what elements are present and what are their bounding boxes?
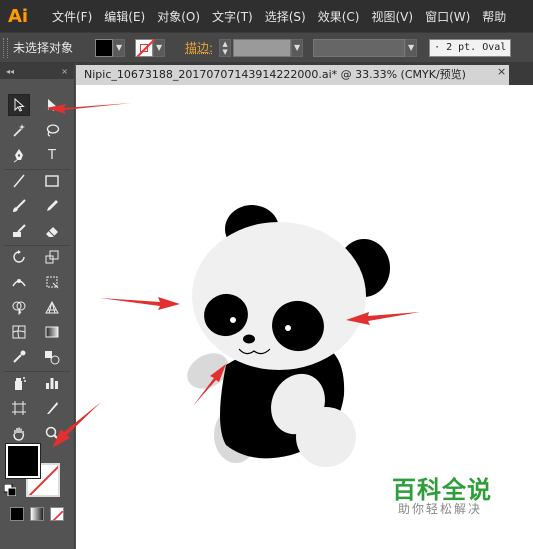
fill-dropdown-icon[interactable]: ▼ <box>113 38 126 57</box>
document-tab-title: Nipic_10673188_20170707143914222000.ai* … <box>84 68 466 81</box>
color-mode-button[interactable] <box>10 507 24 521</box>
watermark-subtitle: 助你轻松解决 <box>398 502 483 516</box>
panda-nose <box>243 334 255 344</box>
profile-dropdown-icon[interactable]: ▼ <box>405 38 418 57</box>
selection-status: 未选择对象 <box>13 41 74 55</box>
stroke-weight-field[interactable] <box>233 38 292 57</box>
panda-left-eye <box>230 317 236 323</box>
magic-wand-tool-icon[interactable] <box>8 119 30 141</box>
panda-right-eye <box>285 325 291 331</box>
artboard-tool-icon[interactable] <box>8 397 30 419</box>
panda-right-foot <box>296 407 356 467</box>
close-icon[interactable]: × <box>61 67 68 76</box>
type-tool-icon[interactable]: T <box>41 144 63 166</box>
direct-selection-tool-icon[interactable] <box>41 94 63 116</box>
scale-tool-icon[interactable] <box>41 246 63 268</box>
blend-tool-icon[interactable] <box>41 346 63 368</box>
menu-help[interactable]: 帮助 <box>476 8 512 25</box>
selection-tool-icon[interactable] <box>8 94 30 116</box>
stroke-weight-spinner[interactable]: ▲ ▼ <box>219 38 232 57</box>
collapse-icon[interactable]: ◂◂ <box>6 67 14 76</box>
menu-select[interactable]: 选择(S) <box>259 8 312 25</box>
width-tool-icon[interactable] <box>8 271 30 293</box>
rectangle-tool-icon[interactable] <box>41 170 63 192</box>
lasso-tool-icon[interactable] <box>41 119 63 141</box>
mesh-tool-icon[interactable] <box>8 321 30 343</box>
gradient-mode-button[interactable] <box>30 507 44 521</box>
stroke-dropdown-icon[interactable]: ▼ <box>153 38 166 57</box>
column-graph-tool-icon[interactable] <box>41 372 63 394</box>
stroke-weight-dropdown-icon[interactable]: ▼ <box>291 38 304 57</box>
pencil-tool-icon[interactable] <box>41 195 63 217</box>
brush-definition-field[interactable]: · 2 pt. Oval <box>429 38 512 57</box>
eraser-tool-icon[interactable] <box>41 220 63 242</box>
close-tab-icon[interactable]: × <box>497 65 506 78</box>
app-logo: Ai <box>7 5 29 27</box>
document-tab[interactable]: Nipic_10673188_20170707143914222000.ai* … <box>76 65 509 85</box>
menu-view[interactable]: 视图(V) <box>365 8 419 25</box>
variable-width-profile-field[interactable] <box>313 38 406 57</box>
document-tab-bar: Nipic_10673188_20170707143914222000.ai* … <box>76 63 533 85</box>
shape-builder-tool-icon[interactable] <box>8 296 30 318</box>
perspective-grid-tool-icon[interactable] <box>41 296 63 318</box>
stroke-label[interactable]: 描边: <box>185 39 213 56</box>
menu-bar: Ai 文件(F) 编辑(E) 对象(O) 文字(T) 选择(S) 效果(C) 视… <box>0 0 533 32</box>
rotate-tool-icon[interactable] <box>8 246 30 268</box>
blob-brush-tool-icon[interactable] <box>8 220 30 242</box>
default-colors-icon[interactable] <box>4 484 16 496</box>
stroke-color-swatch[interactable] <box>135 38 154 57</box>
line-segment-tool-icon[interactable] <box>8 170 30 192</box>
eyedropper-tool-icon[interactable] <box>8 346 30 368</box>
symbol-sprayer-tool-icon[interactable] <box>8 372 30 394</box>
tools-panel-header[interactable]: ◂◂ × <box>0 63 74 79</box>
illustrator-window: Ai 文件(F) 编辑(E) 对象(O) 文字(T) 选择(S) 效果(C) 视… <box>0 0 533 549</box>
menu-edit[interactable]: 编辑(E) <box>98 8 151 25</box>
control-bar-grip[interactable] <box>3 37 8 58</box>
slice-tool-icon[interactable] <box>41 397 63 419</box>
paintbrush-tool-icon[interactable] <box>8 195 30 217</box>
control-bar: 未选择对象 ▼ ▼ 描边: ▲ ▼ ▼ ▼ · 2 pt. Oval <box>0 32 533 63</box>
menu-type[interactable]: 文字(T) <box>206 8 259 25</box>
menu-object[interactable]: 对象(O) <box>151 8 206 25</box>
zoom-tool-icon[interactable] <box>41 422 63 444</box>
pen-tool-icon[interactable] <box>8 144 30 166</box>
menu-file[interactable]: 文件(F) <box>46 8 98 25</box>
gradient-tool-icon[interactable] <box>41 321 63 343</box>
menu-window[interactable]: 窗口(W) <box>419 8 476 25</box>
none-mode-button[interactable] <box>50 507 64 521</box>
fill-color-swatch[interactable] <box>95 38 114 57</box>
hand-tool-icon[interactable] <box>8 422 30 444</box>
fill-swatch[interactable] <box>5 443 41 479</box>
free-transform-tool-icon[interactable] <box>41 271 63 293</box>
menu-effect[interactable]: 效果(C) <box>312 8 366 25</box>
